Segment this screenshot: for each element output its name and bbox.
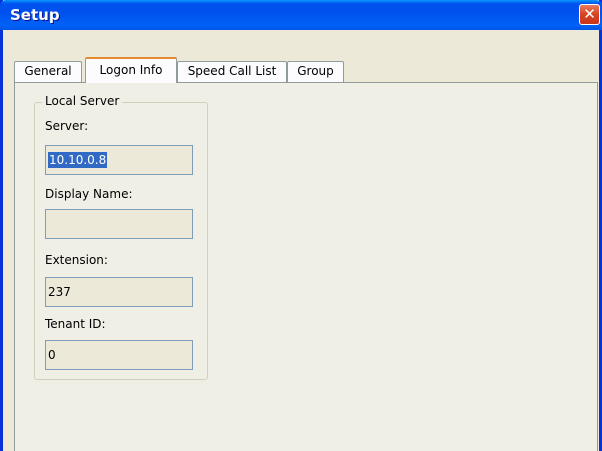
tab-logon-info-label: Logon Info <box>99 63 163 77</box>
close-button[interactable]: ✕ <box>579 4 600 25</box>
tab-logon-info[interactable]: Logon Info <box>85 57 177 83</box>
title-bar[interactable]: Setup ✕ <box>0 0 602 30</box>
local-server-legend: Local Server <box>42 94 123 108</box>
close-icon: ✕ <box>583 5 596 23</box>
tab-general-label: General <box>24 64 72 78</box>
local-server-groupbox <box>34 102 208 380</box>
extension-label: Extension: <box>45 253 108 267</box>
tab-speed-call-list[interactable]: Speed Call List <box>177 61 287 82</box>
tab-group[interactable]: Group <box>287 61 344 82</box>
display-name-label: Display Name: <box>45 187 133 201</box>
display-name-field[interactable] <box>45 209 193 239</box>
tab-general[interactable]: General <box>14 61 82 82</box>
server-field[interactable]: 10.10.0.8 <box>45 145 193 175</box>
window-title: Setup <box>10 6 60 24</box>
server-label: Server: <box>45 119 89 133</box>
tab-group-label: Group <box>297 64 334 78</box>
tenant-id-field[interactable]: 0 <box>45 340 193 370</box>
server-value: 10.10.0.8 <box>48 152 108 168</box>
tenant-id-label: Tenant ID: <box>45 317 106 331</box>
tab-speed-call-list-label: Speed Call List <box>187 64 277 78</box>
extension-field[interactable]: 237 <box>45 277 193 307</box>
